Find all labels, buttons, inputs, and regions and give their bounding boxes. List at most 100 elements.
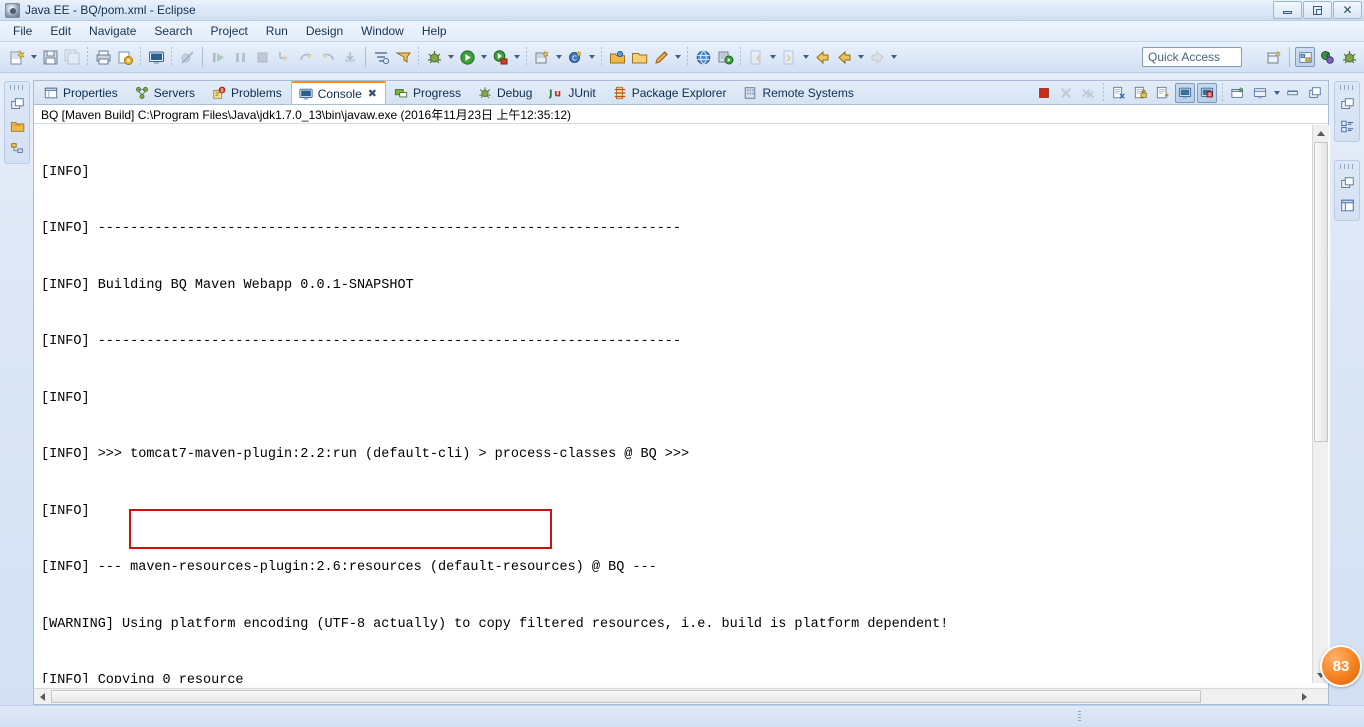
- java-perspective-icon[interactable]: [1317, 47, 1337, 67]
- edit-icon[interactable]: [651, 47, 671, 67]
- new-wizard-icon[interactable]: [7, 47, 27, 67]
- toolbar-separator: [740, 47, 741, 67]
- minimize-button[interactable]: [1273, 1, 1302, 19]
- close-icon[interactable]: ✖: [368, 87, 377, 100]
- backward-icon[interactable]: [834, 47, 854, 67]
- menu-project[interactable]: Project: [201, 22, 256, 40]
- open-console-icon[interactable]: [1228, 83, 1248, 103]
- new-console-view-icon[interactable]: [1250, 83, 1270, 103]
- notification-badge[interactable]: 83: [1320, 645, 1362, 687]
- back-icon[interactable]: [812, 47, 832, 67]
- run-on-server-icon[interactable]: [715, 47, 735, 67]
- menu-navigate[interactable]: Navigate: [80, 22, 145, 40]
- debug-icon[interactable]: [424, 47, 444, 67]
- menu-edit[interactable]: Edit: [41, 22, 80, 40]
- restore-view-icon[interactable]: [8, 95, 26, 113]
- forward-icon: [867, 47, 887, 67]
- status-bar-grip[interactable]: [1078, 711, 1081, 723]
- display-selected-console-icon[interactable]: x: [1197, 83, 1217, 103]
- tab-label: Console: [317, 86, 362, 101]
- tab-problems[interactable]: Problems: [204, 81, 291, 104]
- use-step-filters-icon[interactable]: [371, 47, 391, 67]
- console-output-area[interactable]: [INFO] [INFO] --------------------------…: [34, 125, 1330, 683]
- web-browser-icon[interactable]: [693, 47, 713, 67]
- maximize-view-icon[interactable]: [1305, 83, 1325, 103]
- open-console-icon[interactable]: [146, 47, 166, 67]
- terminate-icon[interactable]: [1034, 83, 1054, 103]
- console-vertical-scrollbar[interactable]: [1312, 125, 1329, 683]
- tab-properties[interactable]: Properties: [36, 81, 127, 104]
- pin-console-icon[interactable]: [1175, 83, 1195, 103]
- new-class-icon[interactable]: C: [565, 47, 585, 67]
- menu-file[interactable]: File: [4, 22, 41, 40]
- drag-grip[interactable]: [10, 85, 24, 90]
- toolbar-separator: [171, 47, 172, 67]
- next-annotation-dropdown-arrow[interactable]: [800, 47, 811, 67]
- tab-package-explorer[interactable]: Package Explorer: [605, 81, 736, 104]
- open-folder-icon[interactable]: [629, 47, 649, 67]
- scroll-right-button[interactable]: [1296, 689, 1312, 705]
- forward-dropdown-arrow[interactable]: [888, 47, 899, 67]
- console-text: [INFO] [INFO] --------------------------…: [41, 126, 948, 683]
- restore-button[interactable]: [1303, 1, 1332, 19]
- print-icon[interactable]: [93, 47, 113, 67]
- run-as-server-icon[interactable]: [490, 47, 510, 67]
- debug-perspective-icon[interactable]: [1339, 47, 1359, 67]
- project-explorer-icon[interactable]: [8, 117, 26, 135]
- menu-search[interactable]: Search: [145, 22, 201, 40]
- scroll-thumb-horizontal[interactable]: [51, 690, 1201, 703]
- new-java-project-dropdown-arrow[interactable]: [553, 47, 564, 67]
- tab-remote-systems[interactable]: Remote Systems: [735, 81, 862, 104]
- remove-launch-icon: [1056, 83, 1076, 103]
- quick-access-input[interactable]: Quick Access: [1142, 47, 1242, 67]
- java-ee-perspective-icon[interactable]: [1295, 47, 1315, 67]
- tab-label: Properties: [63, 86, 118, 100]
- drag-grip[interactable]: [1340, 85, 1354, 90]
- menu-help[interactable]: Help: [413, 22, 456, 40]
- word-wrap-icon[interactable]: [1153, 83, 1173, 103]
- build-all-icon[interactable]: [115, 47, 135, 67]
- debug-icon: [477, 85, 493, 101]
- run-icon[interactable]: [457, 47, 477, 67]
- clear-console-icon[interactable]: [1109, 83, 1129, 103]
- open-type-icon[interactable]: [393, 47, 413, 67]
- outline-view-icon[interactable]: [1338, 196, 1356, 214]
- console-line: [INFO] ---------------------------------…: [41, 334, 682, 350]
- new-wizard-dropdown-arrow[interactable]: [28, 47, 39, 67]
- console-horizontal-scrollbar[interactable]: [34, 688, 1328, 704]
- edit-dropdown-arrow[interactable]: [672, 47, 683, 67]
- menu-design[interactable]: Design: [297, 22, 352, 40]
- tab-debug[interactable]: Debug: [470, 81, 541, 104]
- open-perspective-icon[interactable]: [1264, 47, 1284, 67]
- tab-junit[interactable]: Ju JUnit: [541, 81, 604, 104]
- scroll-up-button[interactable]: [1313, 125, 1329, 141]
- open-resource-icon[interactable]: [607, 47, 627, 67]
- new-console-dropdown-arrow[interactable]: [1271, 83, 1282, 103]
- backward-dropdown-arrow[interactable]: [855, 47, 866, 67]
- run-as-dropdown-arrow[interactable]: [511, 47, 522, 67]
- tab-progress[interactable]: Progress: [386, 81, 470, 104]
- restore-view-icon[interactable]: [1338, 95, 1356, 113]
- new-class-dropdown-arrow[interactable]: [586, 47, 597, 67]
- menu-run[interactable]: Run: [257, 22, 297, 40]
- tab-console[interactable]: Console ✖: [290, 81, 386, 104]
- scroll-thumb-vertical[interactable]: [1314, 142, 1328, 442]
- properties-icon: [43, 85, 59, 101]
- restore-view-icon[interactable]: [1338, 174, 1356, 192]
- close-button[interactable]: ✕: [1333, 1, 1362, 19]
- new-java-project-icon[interactable]: [532, 47, 552, 67]
- debug-dropdown-arrow[interactable]: [445, 47, 456, 67]
- step-over-icon: [296, 47, 316, 67]
- save-icon[interactable]: [40, 47, 60, 67]
- tab-servers[interactable]: Servers: [127, 81, 204, 104]
- menu-window[interactable]: Window: [352, 22, 413, 40]
- drag-grip[interactable]: [1340, 164, 1354, 169]
- scroll-lock-icon[interactable]: [1131, 83, 1151, 103]
- run-dropdown-arrow[interactable]: [478, 47, 489, 67]
- minimize-view-icon[interactable]: [1283, 83, 1303, 103]
- outline-icon[interactable]: [8, 139, 26, 157]
- task-list-icon[interactable]: [1338, 117, 1356, 135]
- previous-annotation-dropdown-arrow[interactable]: [767, 47, 778, 67]
- scroll-left-button[interactable]: [34, 689, 50, 705]
- toolbar-separator: [140, 47, 141, 67]
